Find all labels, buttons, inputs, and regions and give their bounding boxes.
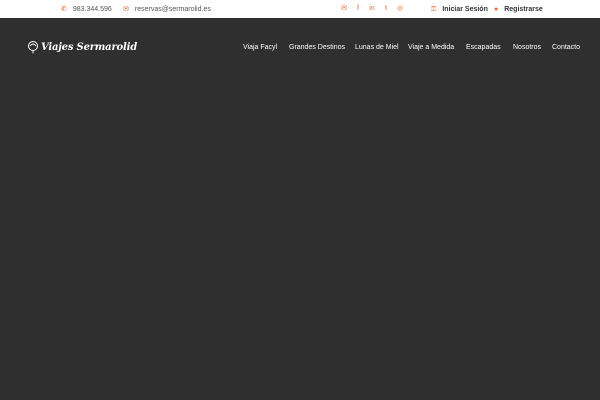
login-link[interactable]: ⚿ Iniciar Sesión xyxy=(431,0,488,18)
top-bar: ✆ 983.344.596 ✉ reservas@sermarolid.es ✉… xyxy=(0,0,600,18)
phone-icon: ✆ xyxy=(61,5,67,13)
nav-item-viaja-facyl[interactable]: Viaja Facyl xyxy=(243,42,277,54)
nav-item-nosotros[interactable]: Nosotros xyxy=(513,42,541,54)
envelope-icon: ✉ xyxy=(123,5,129,13)
email-contact[interactable]: ✉ reservas@sermarolid.es xyxy=(123,0,211,18)
phone-number[interactable]: 983.344.596 xyxy=(73,6,112,13)
linkedin-icon[interactable]: in xyxy=(368,5,376,13)
login-label: Iniciar Sesión xyxy=(442,5,488,13)
facebook-icon[interactable]: f xyxy=(354,5,362,13)
envelope-icon[interactable]: ✉ xyxy=(340,5,348,13)
social-links: ✉ f in t ◎ xyxy=(340,0,410,18)
instagram-icon[interactable]: ◎ xyxy=(396,5,404,13)
nav-item-escapadas[interactable]: Escapadas xyxy=(466,42,501,54)
phone-contact[interactable]: ✆ 983.344.596 xyxy=(61,0,112,18)
nav-item-contacto[interactable]: Contacto xyxy=(552,42,580,54)
register-link[interactable]: ● Registrarse xyxy=(494,0,543,18)
email-address[interactable]: reservas@sermarolid.es xyxy=(135,6,211,13)
site-header: Viajes Sermarolid Viaja Facyl Grandes De… xyxy=(0,18,600,78)
register-label: Registrarse xyxy=(504,5,543,13)
lock-icon: ⚿ xyxy=(431,5,437,13)
twitter-icon[interactable]: t xyxy=(382,5,390,13)
user-icon: ● xyxy=(494,5,499,13)
main-navigation: Viaja Facyl Grandes Destinos Lunas de Mi… xyxy=(0,42,600,54)
nav-item-grandes-destinos[interactable]: Grandes Destinos xyxy=(289,42,345,54)
nav-item-viaje-a-medida[interactable]: Viaje a Medida xyxy=(408,42,454,54)
nav-item-lunas-de-miel[interactable]: Lunas de Miel xyxy=(355,42,399,54)
hero-section xyxy=(0,78,600,400)
